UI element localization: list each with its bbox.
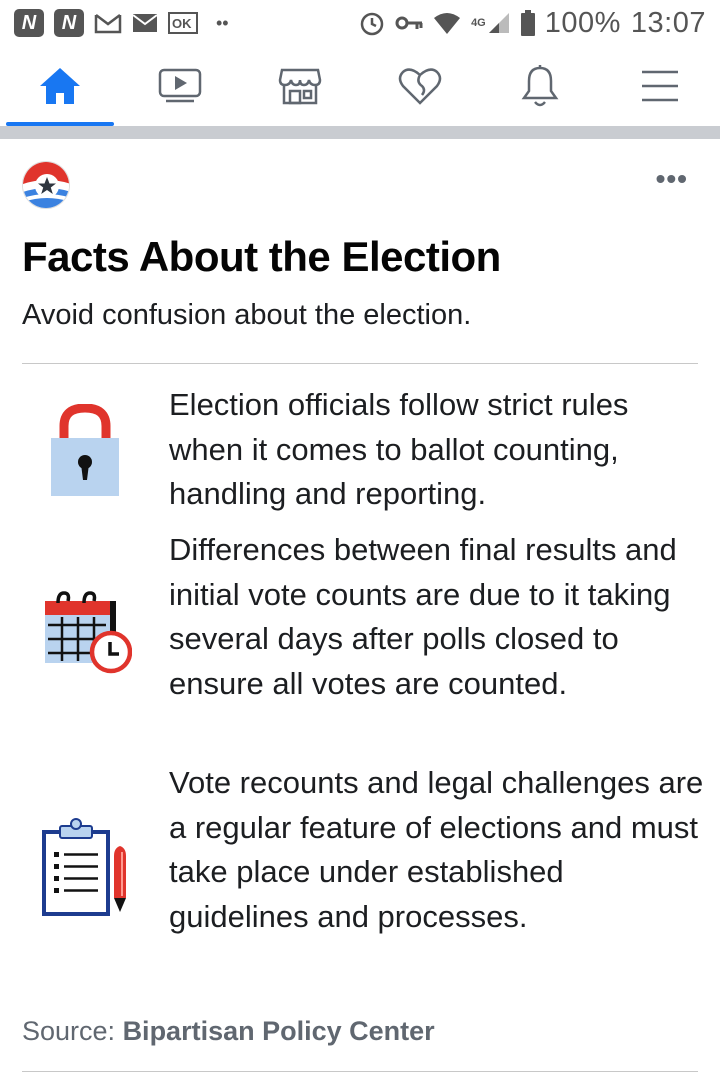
fact-text: Election officials follow strict rules w… xyxy=(169,387,629,511)
fact-text: Differences between final results and in… xyxy=(169,532,677,701)
source-link[interactable]: Bipartisan Policy Center xyxy=(123,1016,435,1046)
source-line: Source: Bipartisan Policy Center xyxy=(22,1016,435,1047)
mail-icon xyxy=(132,13,158,33)
source-label: Source: xyxy=(22,1016,123,1046)
dating-heart-icon xyxy=(398,68,442,105)
svg-text:OK: OK xyxy=(172,16,192,31)
clipboard-pen-icon xyxy=(42,818,132,923)
signal-icon: 4G xyxy=(471,11,511,35)
battery-icon xyxy=(520,10,535,36)
app-notification-icon: N xyxy=(14,9,44,37)
wifi-icon xyxy=(433,11,461,35)
divider xyxy=(22,1071,698,1072)
tab-marketplace[interactable] xyxy=(240,46,360,126)
marketplace-icon xyxy=(278,68,322,105)
more-options-button[interactable]: ••• xyxy=(656,165,688,193)
calendar-clock-icon xyxy=(44,589,133,680)
ok-app-icon: OK xyxy=(168,12,198,34)
battery-percent: 100% xyxy=(544,6,621,39)
app-notification-icon: N xyxy=(54,9,84,37)
nav-divider xyxy=(0,126,720,139)
election-facts-card: ••• Facts About the Election Avoid confu… xyxy=(0,139,720,1080)
padlock-icon xyxy=(50,403,120,501)
card-title: Facts About the Election xyxy=(22,233,501,280)
more-notifications-icon: •• xyxy=(216,12,229,33)
home-icon xyxy=(40,68,80,104)
tab-menu[interactable] xyxy=(600,46,720,126)
status-bar: N N OK •• 4G 100% 13:07 xyxy=(0,0,720,46)
star-flag-logo-icon xyxy=(23,162,69,208)
divider xyxy=(22,363,698,364)
fact-text: Vote recounts and legal challenges are a… xyxy=(169,765,704,934)
card-subtitle: Avoid confusion about the election. xyxy=(22,299,472,331)
top-nav-bar xyxy=(0,46,720,126)
tab-dating[interactable] xyxy=(360,46,480,126)
page-avatar[interactable] xyxy=(22,161,70,209)
clock: 13:07 xyxy=(630,6,706,39)
tab-home[interactable] xyxy=(0,46,120,126)
tab-notifications[interactable] xyxy=(480,46,600,126)
video-icon xyxy=(158,68,202,103)
bell-icon xyxy=(521,65,559,107)
gmail-icon xyxy=(94,12,122,34)
vpn-key-icon xyxy=(395,14,423,32)
menu-icon xyxy=(642,70,678,102)
tab-watch[interactable] xyxy=(120,46,240,126)
alarm-icon xyxy=(359,10,385,36)
